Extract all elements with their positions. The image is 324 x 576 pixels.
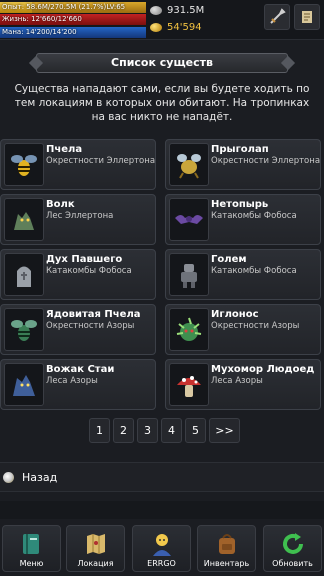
map-icon bbox=[82, 530, 110, 558]
spiky-beast-icon bbox=[169, 308, 209, 351]
refresh-icon bbox=[279, 530, 307, 558]
creature-card[interactable]: Волк Лес Эллертона bbox=[0, 194, 156, 245]
scroll-icon[interactable] bbox=[294, 4, 320, 30]
creature-name: Голем bbox=[211, 254, 247, 265]
silver-coin-icon bbox=[150, 6, 162, 15]
book-icon bbox=[18, 530, 46, 558]
mana-text: Мана: 14'200/14'200 bbox=[2, 28, 77, 36]
sword-icon[interactable] bbox=[264, 4, 290, 30]
page-5-button[interactable]: 5 bbox=[185, 418, 206, 443]
creature-card[interactable]: Нетопырь Катакомбы Фобоса bbox=[165, 194, 321, 245]
page-4-button[interactable]: 4 bbox=[161, 418, 182, 443]
life-text: Жизнь: 12'660/12'660 bbox=[2, 15, 82, 23]
nav-label: Обновить bbox=[272, 559, 313, 568]
mushroom-icon bbox=[169, 363, 209, 406]
nav-label: Локация bbox=[77, 559, 114, 568]
creature-name: Прыголап bbox=[211, 144, 269, 155]
creature-name: Иглонос bbox=[211, 309, 259, 320]
life-bar: Жизнь: 12'660/12'660 bbox=[0, 14, 146, 25]
creature-location: Леса Азоры bbox=[46, 376, 98, 386]
bat-icon bbox=[169, 198, 209, 241]
bottom-nav: Меню Локация ERRGO Инвентарь Обновить bbox=[0, 521, 324, 576]
separator-bar bbox=[0, 501, 324, 519]
page-next-button[interactable]: >> bbox=[209, 418, 240, 443]
back-bullet-icon bbox=[3, 471, 14, 483]
backpack-icon bbox=[213, 530, 241, 558]
nav-label: Инвентарь bbox=[203, 559, 250, 568]
gold-amount: 54'594 bbox=[167, 22, 202, 33]
creature-location: Лес Эллертона bbox=[46, 211, 114, 221]
currency-panel: 931.5M 54'594 bbox=[150, 2, 204, 36]
wolf-icon bbox=[4, 198, 44, 241]
exp-text: Опыт: 58.6M/270.5M (21.7%) bbox=[2, 3, 107, 11]
creature-location: Катакомбы Фобоса bbox=[211, 266, 297, 276]
creature-location: Окрестности Азоры bbox=[211, 321, 300, 331]
mana-bar: Мана: 14'200/14'200 bbox=[0, 27, 146, 38]
creature-card[interactable]: Прыголап Окрестности Эллертона bbox=[165, 139, 321, 190]
creature-location: Катакомбы Фобоса bbox=[46, 266, 132, 276]
nav-character-button[interactable]: ERRGO bbox=[132, 525, 191, 572]
nav-label: Меню bbox=[19, 559, 44, 568]
page-title: Список существ bbox=[36, 53, 288, 73]
creature-name: Ядовитая Пчела bbox=[46, 309, 141, 320]
creature-location: Катакомбы Фобоса bbox=[211, 211, 297, 221]
pack-leader-icon bbox=[4, 363, 44, 406]
creature-name: Нетопырь bbox=[211, 199, 269, 210]
back-button[interactable]: Назад bbox=[0, 462, 324, 492]
tombstone-icon bbox=[4, 253, 44, 296]
creature-location: Окрестности Эллертона bbox=[211, 156, 321, 166]
jumper-icon bbox=[169, 143, 209, 186]
status-bar: Опыт: 58.6M/270.5M (21.7%) LV:65 Жизнь: … bbox=[0, 0, 324, 40]
page-3-button[interactable]: 3 bbox=[137, 418, 158, 443]
creature-card[interactable]: Мухомор Людоед Леса Азоры bbox=[165, 359, 321, 410]
poison-bee-icon bbox=[4, 308, 44, 351]
silver-amount: 931.5M bbox=[167, 5, 205, 16]
creature-card[interactable]: Иглонос Окрестности Азоры bbox=[165, 304, 321, 355]
creature-location: Окрестности Азоры bbox=[46, 321, 135, 331]
creature-name: Дух Павшего bbox=[46, 254, 123, 265]
creature-card[interactable]: Пчела Окрестности Эллертона bbox=[0, 139, 156, 190]
nav-backpack-button[interactable]: Инвентарь bbox=[197, 525, 256, 572]
character-icon bbox=[148, 530, 176, 558]
creature-name: Пчела bbox=[46, 144, 83, 155]
creature-name: Мухомор Людоед bbox=[211, 364, 315, 375]
creature-card[interactable]: Ядовитая Пчела Окрестности Азоры bbox=[0, 304, 156, 355]
creature-card[interactable]: Дух Павшего Катакомбы Фобоса bbox=[0, 249, 156, 300]
level-text: LV:65 bbox=[106, 3, 126, 11]
creature-card[interactable]: Голем Катакомбы Фобоса bbox=[165, 249, 321, 300]
nav-label: ERRGO bbox=[147, 559, 176, 568]
gold-coin-icon bbox=[150, 23, 162, 32]
pagination: 1 2 3 4 5 >> bbox=[89, 418, 240, 443]
golem-icon bbox=[169, 253, 209, 296]
creature-location: Окрестности Эллертона bbox=[46, 156, 156, 166]
bee-icon bbox=[4, 143, 44, 186]
back-label: Назад bbox=[22, 470, 58, 484]
creature-name: Волк bbox=[46, 199, 75, 210]
nav-map-button[interactable]: Локация bbox=[66, 525, 125, 572]
creature-location: Леса Азоры bbox=[211, 376, 263, 386]
nav-refresh-button[interactable]: Обновить bbox=[263, 525, 322, 572]
page-1-button[interactable]: 1 bbox=[89, 418, 110, 443]
exp-bar: Опыт: 58.6M/270.5M (21.7%) LV:65 bbox=[0, 2, 146, 13]
page-2-button[interactable]: 2 bbox=[113, 418, 134, 443]
page-description: Существа нападают сами, если вы будете х… bbox=[14, 83, 310, 123]
creature-card[interactable]: Вожак Стаи Леса Азоры bbox=[0, 359, 156, 410]
creature-name: Вожак Стаи bbox=[46, 364, 115, 375]
nav-book-button[interactable]: Меню bbox=[2, 525, 61, 572]
